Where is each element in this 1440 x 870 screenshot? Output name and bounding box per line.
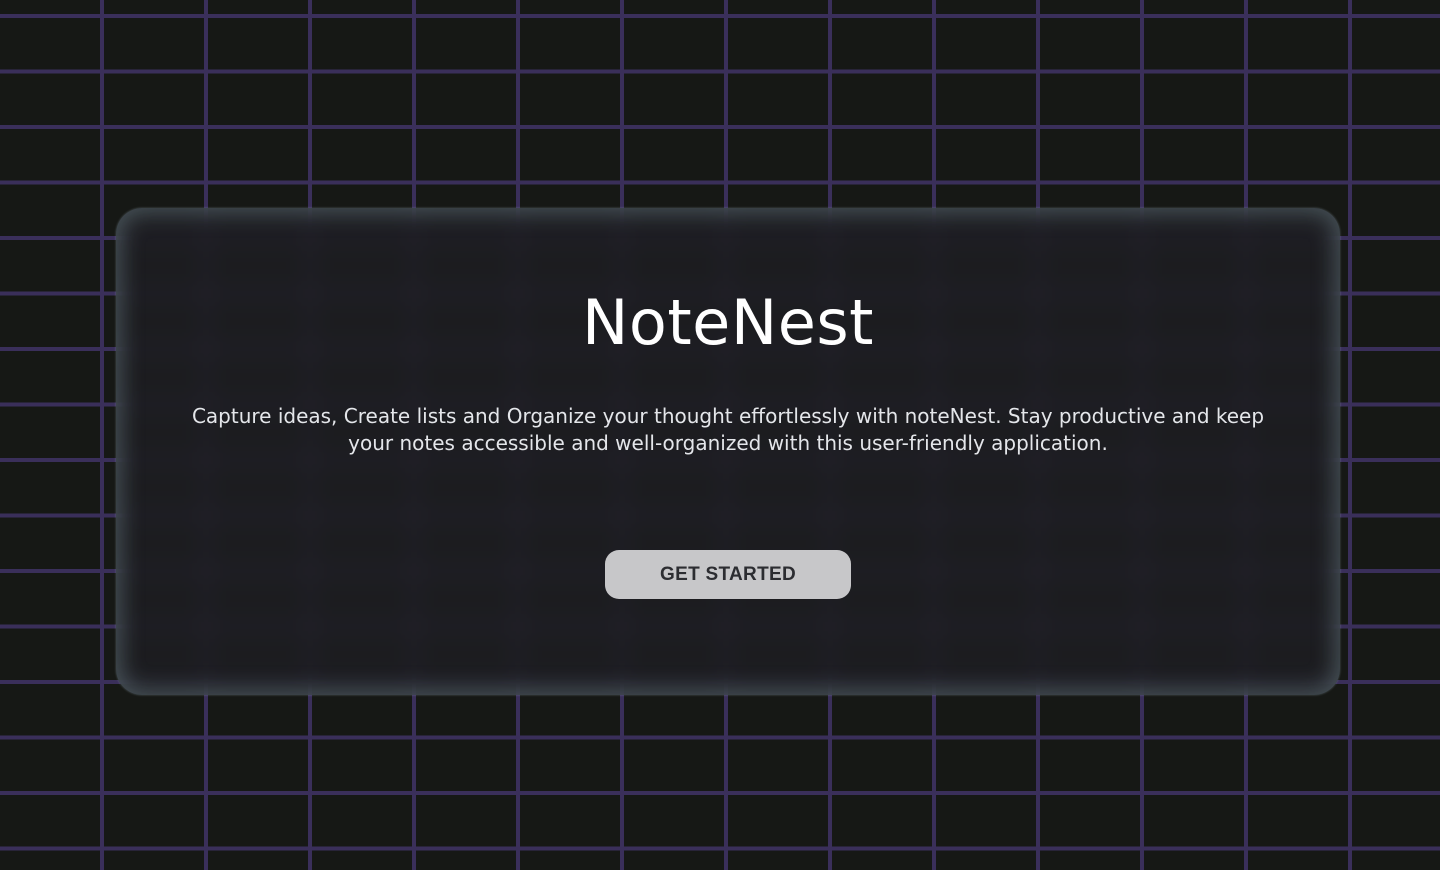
hero-card: NoteNest Capture ideas, Create lists and… (116, 208, 1340, 695)
app-description: Capture ideas, Create lists and Organize… (191, 404, 1265, 455)
app-title: NoteNest (582, 286, 874, 359)
get-started-button[interactable]: GET STARTED (605, 550, 851, 599)
